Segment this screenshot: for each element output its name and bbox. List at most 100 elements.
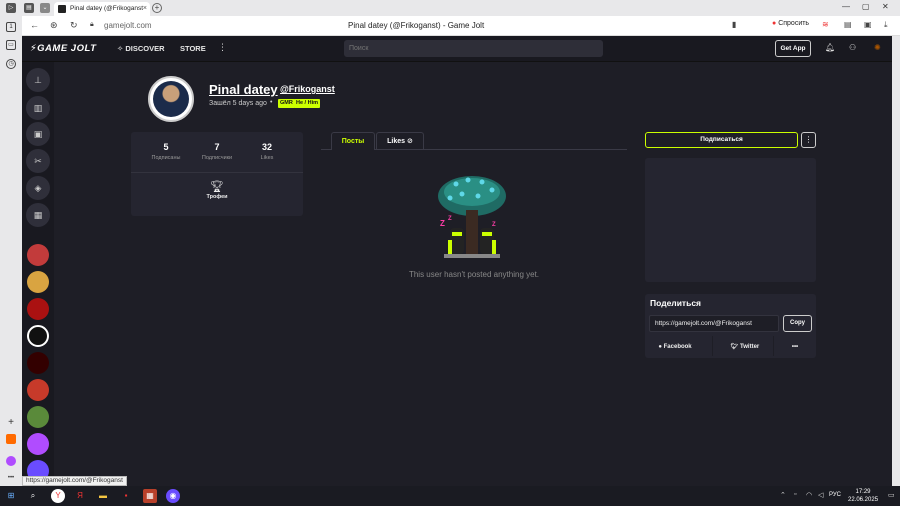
- rail-store-icon[interactable]: ▥: [26, 96, 50, 120]
- tab-close-icon[interactable]: ×: [143, 2, 147, 16]
- taskbar-game-icon[interactable]: ▦: [143, 489, 157, 503]
- facebook-icon: ●: [658, 344, 662, 350]
- address-bar: ← ⊛ ↻ 🔒︎ gamejolt.com Pinal datey (@Frik…: [22, 16, 900, 36]
- browser-tab-strip: ▷ ▤ ⌄ Pinal datey (@Frikoganst × + — ▢ ✕: [0, 0, 900, 16]
- yandex-browser-icon[interactable]: Y: [51, 489, 65, 503]
- maximize-icon[interactable]: ▢: [862, 2, 870, 11]
- follow-more-button[interactable]: ⋮: [801, 132, 816, 148]
- taskbar-app-icon[interactable]: ▪: [119, 489, 133, 503]
- bookmark-icon[interactable]: ▮: [732, 20, 736, 29]
- canopy-dot: [479, 179, 485, 185]
- ad-placeholder: [645, 158, 816, 282]
- rail-community-avatar[interactable]: [27, 244, 49, 266]
- taskbar-search-icon[interactable]: ⌕: [26, 489, 40, 503]
- share-more-button[interactable]: •••: [767, 338, 823, 356]
- wifi-icon[interactable]: ◠: [806, 491, 812, 499]
- rail-backpack-icon[interactable]: ▣: [26, 122, 50, 146]
- tab-list-icon[interactable]: ▤: [24, 3, 34, 13]
- followers-stat[interactable]: 7 Подписчики: [189, 142, 245, 161]
- sleep-z-icon: Z: [440, 219, 445, 228]
- shield-icon[interactable]: ⊛: [50, 20, 58, 31]
- copy-button[interactable]: Copy: [783, 315, 812, 332]
- get-app-button[interactable]: Get App: [775, 40, 811, 57]
- notifications-icon[interactable]: ▭: [888, 491, 895, 499]
- discover-link[interactable]: ✧ DISCOVER: [117, 44, 165, 53]
- file-explorer-icon[interactable]: ▬: [96, 489, 110, 503]
- ask-button[interactable]: ● Спросить: [772, 20, 809, 27]
- sidebar-history-icon[interactable]: ◷: [6, 59, 16, 69]
- empty-state-illustration: Z Z Z: [438, 176, 506, 258]
- username[interactable]: @Frikoganst: [280, 84, 335, 94]
- sidebar-add-icon[interactable]: +: [6, 418, 16, 429]
- user-avatar-icon[interactable]: ✺: [874, 43, 881, 52]
- volume-icon[interactable]: ◁: [818, 491, 823, 499]
- profile-avatar[interactable]: [148, 76, 194, 122]
- back-icon[interactable]: ←: [30, 20, 39, 30]
- sidebar-one-icon[interactable]: 1: [6, 22, 16, 32]
- extension-icon[interactable]: ≋: [822, 20, 829, 29]
- rail-home-icon[interactable]: ⊥: [26, 68, 50, 92]
- twitter-label: Twitter: [740, 344, 760, 350]
- rail-community-avatar[interactable]: [27, 325, 49, 347]
- tab-dropdown-icon[interactable]: ⌄: [40, 3, 50, 13]
- taskbar-discord-icon[interactable]: ◉: [166, 489, 180, 503]
- browser-menu-icon[interactable]: ▷: [6, 3, 16, 13]
- rail-community-avatar[interactable]: [27, 298, 49, 320]
- store-link[interactable]: STORE: [180, 44, 206, 53]
- download-icon[interactable]: ⤓: [884, 20, 888, 30]
- notifications-bell-icon[interactable]: 🔔︎: [825, 43, 835, 52]
- url-field[interactable]: gamejolt.com: [104, 21, 152, 30]
- clock[interactable]: 17:29 22.06.2025: [848, 488, 878, 504]
- rail-community-avatar[interactable]: [27, 352, 49, 374]
- tray-app-icon[interactable]: ▫: [794, 491, 796, 498]
- language-indicator[interactable]: РУС: [829, 492, 841, 498]
- windows-start-icon[interactable]: ⊞: [4, 489, 18, 503]
- gamejolt-logo[interactable]: ⚡︎GAME JOLT: [30, 43, 96, 54]
- followers-count: 7: [214, 142, 220, 152]
- likes-stat[interactable]: 32 Likes: [239, 142, 295, 161]
- compass-icon: ✧: [117, 44, 124, 53]
- sleeper-left-arm: [448, 240, 452, 254]
- rail-community-avatar[interactable]: [27, 433, 49, 455]
- clock-time: 17:29: [855, 489, 871, 495]
- tab-likes[interactable]: Likes ⊘: [376, 132, 424, 150]
- trophies-link[interactable]: 🏆︎ Трофеи: [131, 180, 303, 200]
- search-input[interactable]: [344, 40, 603, 57]
- browser-sidebar: 1 ▭ ◷ + •••: [0, 16, 22, 486]
- close-window-icon[interactable]: ✕: [882, 2, 889, 11]
- share-twitter-button[interactable]: 🐦︎ Twitter: [717, 338, 773, 356]
- following-stat[interactable]: 5 Подписаны: [138, 142, 194, 161]
- rail-library-icon[interactable]: ▦: [26, 203, 50, 227]
- canopy-dot: [489, 187, 495, 193]
- minimize-icon[interactable]: —: [842, 2, 850, 11]
- rail-community-avatar[interactable]: [27, 406, 49, 428]
- sidebar-more-icon[interactable]: •••: [6, 474, 16, 484]
- twitter-icon: 🐦︎: [730, 344, 739, 350]
- gamejolt-navbar: ⚡︎GAME JOLT ✧ DISCOVER STORE ⋮ Get App 🔔…: [22, 36, 892, 62]
- discover-label: DISCOVER: [125, 44, 165, 53]
- reload-icon[interactable]: ↻: [70, 20, 78, 31]
- friends-icon[interactable]: ⚇: [849, 43, 856, 52]
- rail-realms-icon[interactable]: ◈: [26, 176, 50, 200]
- reader-icon[interactable]: ▤: [844, 20, 852, 29]
- yandex-icon[interactable]: Я: [73, 489, 87, 503]
- sidebar-app-purple-icon[interactable]: [6, 456, 16, 466]
- rail-community-avatar[interactable]: [27, 379, 49, 401]
- follow-button[interactable]: Подписаться: [645, 132, 798, 148]
- new-tab-button[interactable]: +: [152, 3, 162, 13]
- sidebar-app-orange-icon[interactable]: [6, 434, 16, 444]
- rail-quests-icon[interactable]: ✂: [26, 149, 50, 173]
- sidebar-chat-icon[interactable]: ▭: [6, 40, 16, 50]
- active-tab[interactable]: Pinal datey (@Frikoganst ×: [54, 2, 150, 16]
- display-name[interactable]: Pinal datey: [209, 82, 278, 97]
- trophy-icon: 🏆︎: [210, 181, 224, 193]
- share-facebook-button[interactable]: ● Facebook: [647, 338, 703, 356]
- tab-posts[interactable]: Посты: [331, 132, 375, 150]
- page-scrollbar[interactable]: [892, 36, 900, 486]
- rail-community-avatar[interactable]: [27, 271, 49, 293]
- screenshot-icon[interactable]: ▣: [864, 20, 872, 29]
- logo-text: GAME JOLT: [37, 43, 97, 54]
- share-url-field[interactable]: https://gamejolt.com/@Frikoganst: [649, 315, 779, 332]
- nav-more-button[interactable]: ⋮: [218, 42, 227, 53]
- tray-chevron-icon[interactable]: ⌃: [780, 491, 786, 499]
